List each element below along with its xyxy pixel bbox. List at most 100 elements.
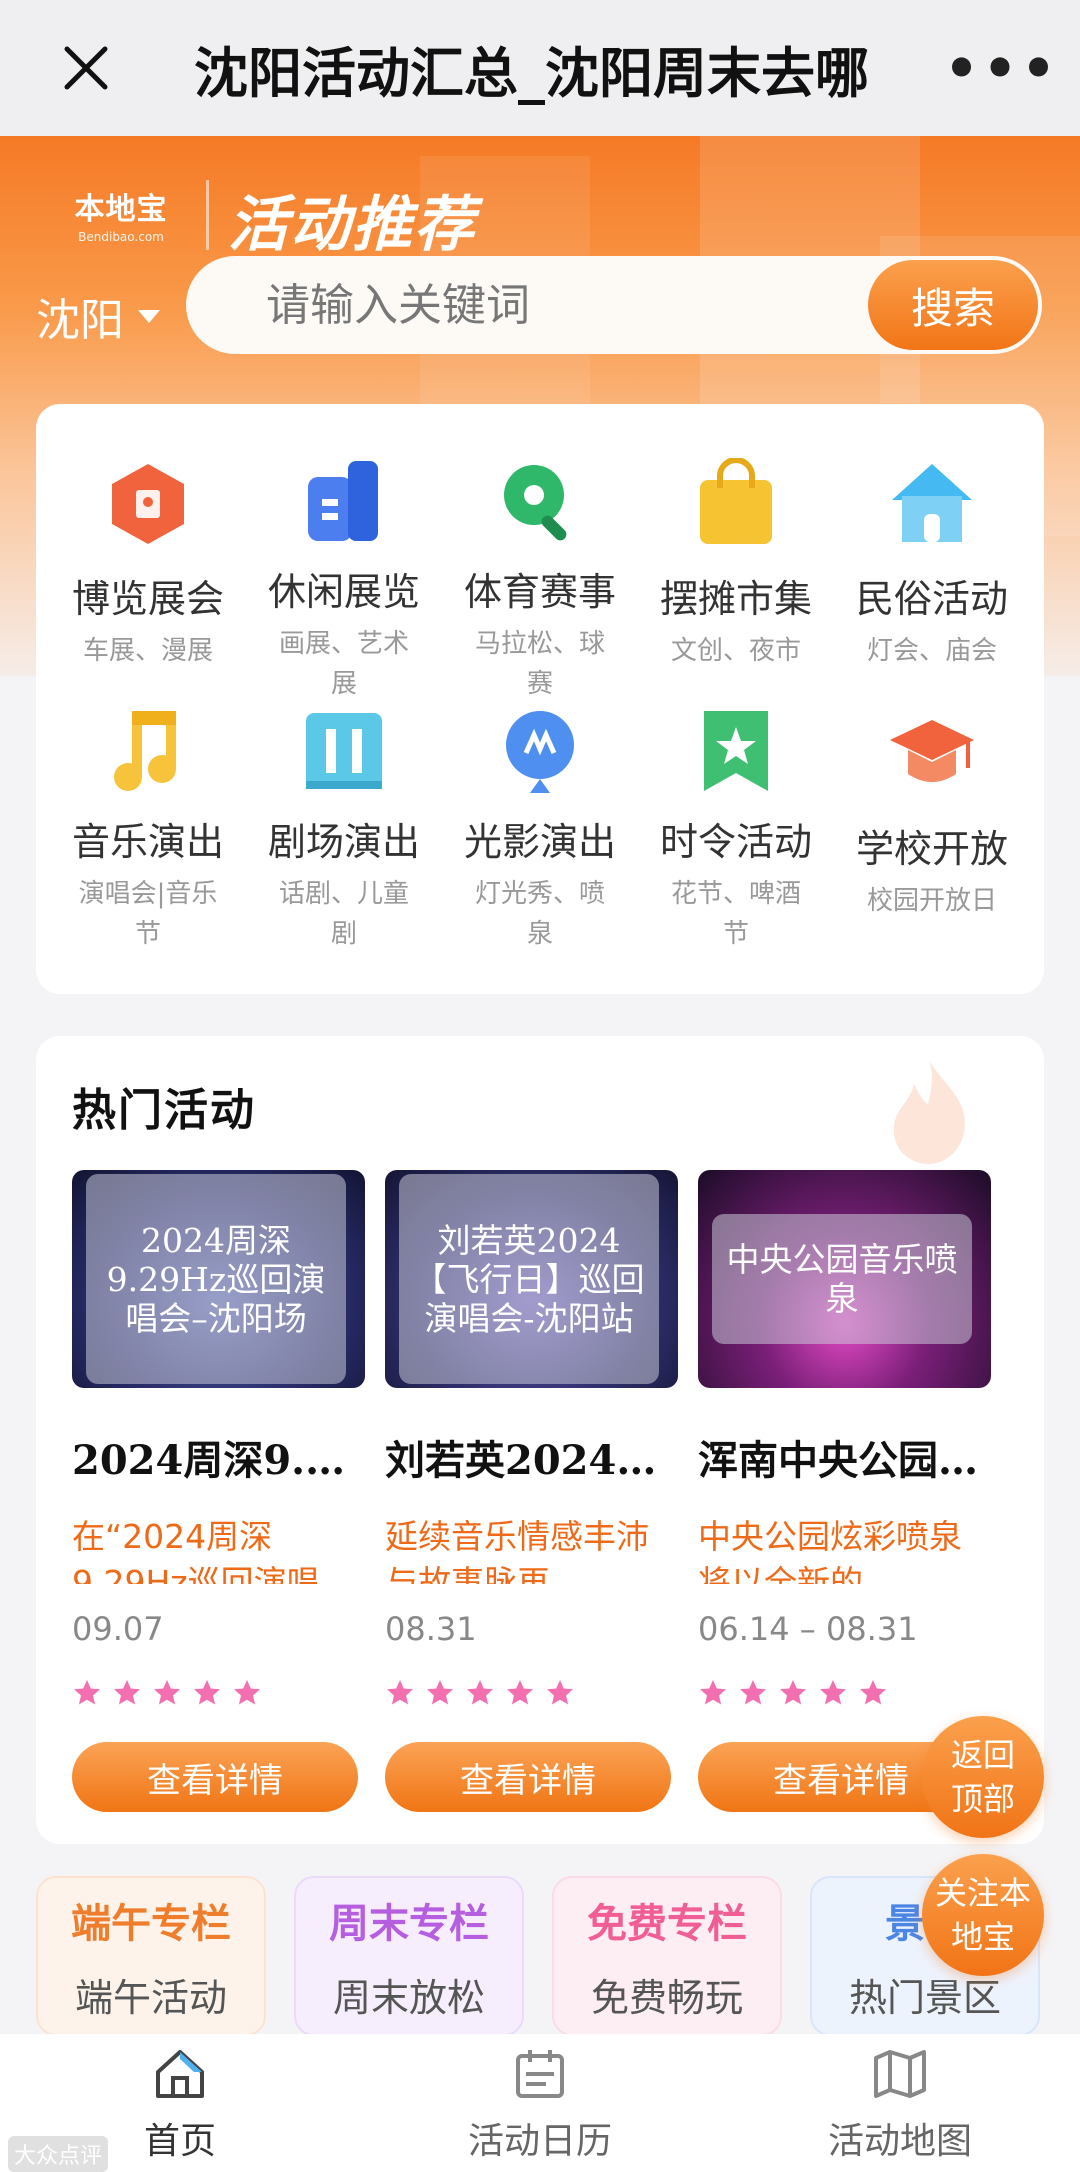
bottom-tab-bar: 首页 活动日历 活动地图 <box>0 2034 1080 2172</box>
event-description: 中央公园炫彩喷泉将以全新的 <box>698 1517 962 1584</box>
category-name: 时令活动 <box>659 820 812 864</box>
view-details-button[interactable]: 查看详情 <box>385 1742 671 1812</box>
tab-label: 活动日历 <box>467 2121 612 2162</box>
category-sub: 文创、夜市 <box>670 636 801 666</box>
hot-activities-section: 热门活动 2024周深9.29Hz巡回演唱会–沈阳场 2024周深9.29Hz巡… <box>36 1036 1044 1844</box>
rating-stars <box>72 1678 365 1708</box>
category-item[interactable]: 摆摊市集 文创、夜市 <box>638 454 834 704</box>
event-description: 延续音乐情感丰沛与故事脉再 <box>385 1517 649 1584</box>
category-item[interactable]: 剧场演出 话剧、儿童剧 <box>246 704 442 954</box>
rating-stars <box>385 1678 678 1708</box>
event-card[interactable]: 刘若英2024【飞行日】巡回演唱会-沈阳站 刘若英2024【飞行日】 延续音乐情… <box>385 1170 678 1812</box>
caret-down-icon <box>138 309 160 323</box>
category-name: 音乐演出 <box>71 820 224 864</box>
category-sub: 花节、啤酒节 <box>670 879 801 949</box>
thumbnail-caption: 中央公园音乐喷泉 <box>712 1214 972 1344</box>
event-date: 06.14 – 08.31 <box>698 1610 918 1648</box>
category-grid: 博览展会 车展、漫展 休闲展览 画展、艺术展 体育赛事 马拉松、球赛 摆摊市集 … <box>36 404 1044 994</box>
graduation-cap-icon <box>882 704 982 804</box>
category-sub: 画展、艺术展 <box>278 629 409 699</box>
column-card-dragon-boat[interactable]: 端午专栏 端午活动 <box>36 1876 266 2036</box>
back-to-top-button[interactable]: 返回顶部 <box>922 1716 1044 1838</box>
slogan: 活动推荐 <box>228 190 476 260</box>
category-item[interactable]: 音乐演出 演唱会|音乐节 <box>50 704 246 954</box>
star-icon <box>194 1680 220 1705</box>
bendibao-logo: 本地宝 Bendibao.com <box>56 174 186 254</box>
city-label: 沈阳 <box>36 295 124 346</box>
category-name: 休闲展览 <box>267 570 420 614</box>
column-card-free[interactable]: 免费专栏 免费畅玩 <box>552 1876 782 2036</box>
column-card-weekend[interactable]: 周末专栏 周末放松 <box>294 1876 524 2036</box>
watermark: 大众点评 <box>8 2136 109 2172</box>
logo-text: 本地宝 <box>74 192 168 227</box>
category-name: 体育赛事 <box>463 570 616 614</box>
star-icon <box>427 1680 453 1705</box>
category-item[interactable]: 博览展会 车展、漫展 <box>50 454 246 704</box>
event-title: 浑南中央公园音乐喷泉 <box>698 1437 991 1484</box>
rating-stars <box>698 1678 991 1708</box>
category-sub: 灯会、庙会 <box>866 636 997 666</box>
tab-label: 首页 <box>143 2121 216 2162</box>
column-title: 周末专栏 <box>329 1900 489 1947</box>
thumbnail-caption: 刘若英2024【飞行日】巡回演唱会-沈阳站 <box>399 1174 659 1384</box>
event-title: 2024周深9.29Hz巡回演唱会 <box>72 1437 365 1484</box>
event-thumbnail[interactable]: 2024周深9.29Hz巡回演唱会–沈阳场 <box>72 1170 365 1388</box>
category-item[interactable]: 体育赛事 马拉松、球赛 <box>442 454 638 704</box>
tab-label: 活动地图 <box>827 2121 972 2162</box>
tab-calendar[interactable]: 活动日历 <box>360 2034 720 2172</box>
category-item[interactable]: 民俗活动 灯会、庙会 <box>834 454 1030 704</box>
event-list: 2024周深9.29Hz巡回演唱会–沈阳场 2024周深9.29Hz巡回演唱会 … <box>72 1170 1032 1812</box>
event-description: 在“2024周深9.29Hz巡回演唱会” <box>72 1517 320 1584</box>
category-item[interactable]: 光影演出 灯光秀、喷泉 <box>442 704 638 954</box>
category-sub: 马拉松、球赛 <box>474 629 605 699</box>
light-show-icon <box>490 704 590 797</box>
page-title: 沈阳活动汇总_沈阳周末去哪 <box>194 41 869 105</box>
star-icon <box>467 1680 493 1705</box>
flame-icon <box>893 1060 965 1164</box>
music-note-icon <box>98 704 198 797</box>
star-icon <box>74 1680 100 1705</box>
column-title: 免费专栏 <box>587 1900 747 1947</box>
event-card[interactable]: 2024周深9.29Hz巡回演唱会–沈阳场 2024周深9.29Hz巡回演唱会 … <box>72 1170 365 1812</box>
category-item[interactable]: 学校开放 校园开放日 <box>834 704 1030 954</box>
column-subtitle: 免费畅玩 <box>590 1975 743 2020</box>
star-icon <box>507 1680 533 1705</box>
event-thumbnail[interactable]: 刘若英2024【飞行日】巡回演唱会-沈阳站 <box>385 1170 678 1388</box>
map-icon <box>874 2050 926 2098</box>
view-details-button[interactable]: 查看详情 <box>72 1742 358 1812</box>
search-input[interactable] <box>186 279 868 331</box>
star-icon <box>700 1680 726 1705</box>
gallery-icon <box>294 454 394 547</box>
close-icon <box>64 46 108 90</box>
tab-map[interactable]: 活动地图 <box>720 2034 1080 2172</box>
city-selector[interactable]: 沈阳 <box>36 276 160 356</box>
star-icon <box>860 1680 886 1705</box>
home-icon <box>156 2050 204 2098</box>
event-card[interactable]: 中央公园音乐喷泉 浑南中央公园音乐喷泉 中央公园炫彩喷泉将以全新的 06.14 … <box>698 1170 991 1812</box>
category-sub: 演唱会|音乐节 <box>78 879 218 949</box>
star-icon <box>154 1680 180 1705</box>
star-icon <box>114 1680 140 1705</box>
house-icon <box>882 454 982 554</box>
event-date: 09.07 <box>72 1610 164 1648</box>
ping-pong-icon <box>490 454 590 547</box>
column-subtitle: 周末放松 <box>332 1975 485 2020</box>
special-columns: 端午专栏 端午活动 周末专栏 周末放松 免费专栏 免费畅玩 景区 热门景区 <box>36 1876 1040 2036</box>
follow-button[interactable]: 关注本地宝 <box>922 1854 1044 1976</box>
more-menu-button[interactable]: ••• <box>942 18 1062 118</box>
category-name: 摆摊市集 <box>659 577 812 621</box>
theater-icon <box>294 704 394 797</box>
star-icon <box>740 1680 766 1705</box>
search-button[interactable]: 搜索 <box>868 260 1038 350</box>
logo-subtext: Bendibao.com <box>78 230 164 244</box>
star-icon <box>547 1680 573 1705</box>
event-thumbnail[interactable]: 中央公园音乐喷泉 <box>698 1170 991 1388</box>
category-item[interactable]: 时令活动 花节、啤酒节 <box>638 704 834 954</box>
category-name: 博览展会 <box>71 577 224 621</box>
star-icon <box>780 1680 806 1705</box>
close-button[interactable] <box>36 18 136 118</box>
exhibition-icon <box>98 454 198 554</box>
divider <box>206 180 209 250</box>
category-item[interactable]: 休闲展览 画展、艺术展 <box>246 454 442 704</box>
thumbnail-caption: 2024周深9.29Hz巡回演唱会–沈阳场 <box>86 1174 346 1384</box>
